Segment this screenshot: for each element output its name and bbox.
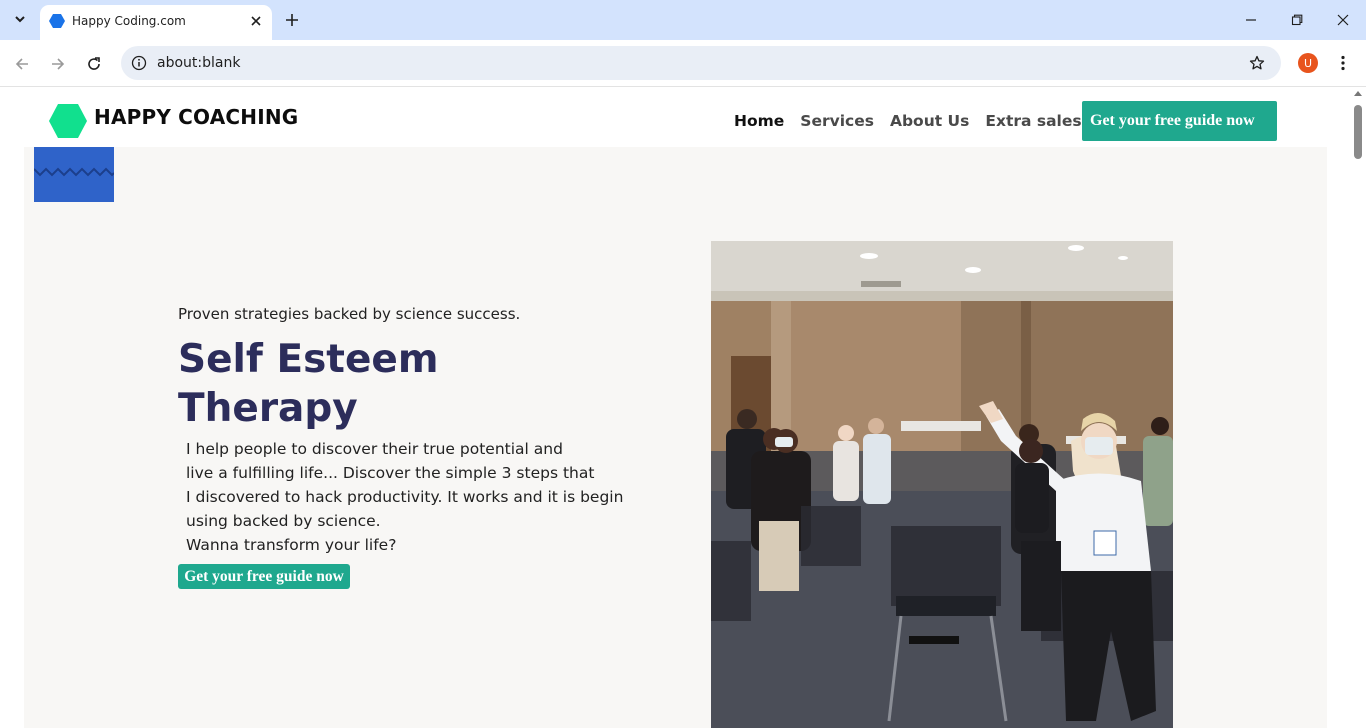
url-text: about:blank <box>157 55 241 71</box>
tab-strip: Happy Coding.com <box>0 0 1366 40</box>
minimize-icon <box>1246 19 1256 21</box>
hero-title: Self Esteem Therapy <box>178 337 439 431</box>
nav-about-us[interactable]: About Us <box>890 112 969 130</box>
close-window-button[interactable] <box>1320 0 1366 40</box>
page-scrollbar[interactable] <box>1350 87 1366 728</box>
hero-description-line: live a fulfilling life... Discover the s… <box>186 464 595 482</box>
bookmark-button[interactable] <box>1247 53 1267 73</box>
restore-icon <box>1291 14 1303 26</box>
decorative-zigzag-box <box>33 147 115 202</box>
logo-text[interactable]: HAPPY COACHING <box>94 105 298 129</box>
forward-button[interactable] <box>44 50 72 78</box>
reload-button[interactable] <box>80 50 108 78</box>
hexagon-logo-icon[interactable] <box>49 104 87 138</box>
browser-menu-button[interactable] <box>1333 53 1353 73</box>
hero-description-line: Wanna transform your life? <box>186 536 397 554</box>
zigzag-icon <box>33 167 115 177</box>
nav-home[interactable]: Home <box>734 112 784 130</box>
close-icon <box>1337 14 1349 26</box>
hero-description-line: I discovered to hack productivity. It wo… <box>186 488 624 506</box>
hero-description-line: using backed by science. <box>186 512 381 530</box>
hero-description: I help people to discover their true pot… <box>186 437 624 557</box>
minimize-button[interactable] <box>1228 0 1274 40</box>
more-vert-icon <box>1341 55 1345 71</box>
tab-title: Happy Coding.com <box>72 14 186 28</box>
info-icon <box>131 55 147 71</box>
reload-icon <box>88 57 100 70</box>
star-icon <box>1249 55 1265 70</box>
profile-avatar[interactable]: U <box>1298 53 1318 73</box>
hero-description-line: I help people to discover their true pot… <box>186 440 563 458</box>
hero-cta-button[interactable]: Get your free guide now <box>178 564 350 589</box>
restore-button[interactable] <box>1274 0 1320 40</box>
hero-section: Proven strategies backed by science succ… <box>24 147 1327 728</box>
back-button[interactable] <box>8 50 36 78</box>
header-cta-button[interactable]: Get your free guide now <box>1082 101 1277 141</box>
scroll-up-arrow-icon[interactable] <box>1354 91 1362 96</box>
main-nav: Home Services About Us Extra salespage <box>734 112 1125 130</box>
plus-icon <box>286 14 298 26</box>
tab-close-button[interactable] <box>246 11 266 31</box>
close-icon <box>251 16 261 26</box>
tab-search-button[interactable] <box>8 7 32 31</box>
address-bar[interactable]: about:blank <box>121 46 1281 80</box>
chevron-down-icon <box>15 16 25 23</box>
browser-tab[interactable]: Happy Coding.com <box>40 5 272 40</box>
globe-favicon-icon <box>49 14 65 28</box>
seminar-audience-photo <box>711 241 1173 728</box>
browser-toolbar: about:blank U <box>0 40 1366 87</box>
page-viewport: HAPPY COACHING Home Services About Us Ex… <box>0 87 1366 728</box>
arrow-right-icon <box>52 58 65 70</box>
site-info-button[interactable] <box>129 53 149 73</box>
arrow-left-icon <box>15 58 28 70</box>
site-header: HAPPY COACHING Home Services About Us Ex… <box>0 87 1350 147</box>
hero-subtitle: Proven strategies backed by science succ… <box>178 305 521 323</box>
scrollbar-thumb[interactable] <box>1354 105 1362 159</box>
new-tab-button[interactable] <box>280 8 304 32</box>
nav-services[interactable]: Services <box>800 112 874 130</box>
